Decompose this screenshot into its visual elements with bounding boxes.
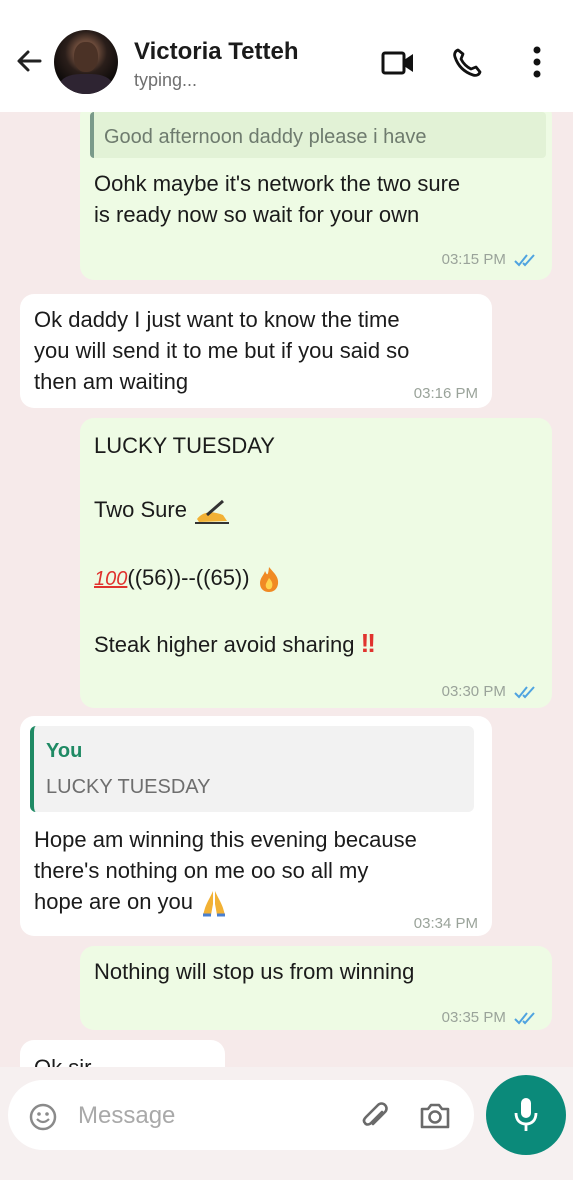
back-arrow-icon[interactable] (12, 44, 46, 78)
message-line: 100((56))--((65)) (94, 562, 282, 595)
microphone-icon (514, 1098, 538, 1131)
message-time: 03:34 PM (413, 915, 478, 932)
quoted-text: LUCKY TUESDAY (46, 776, 211, 798)
outgoing-message[interactable]: Nothing will stop us from winning 03:35 … (80, 946, 552, 1030)
quoted-author: You (46, 740, 83, 762)
read-ticks-icon (514, 686, 535, 699)
message-time: 03:35 PM (441, 1009, 506, 1026)
message-meta: 03:35 PM (442, 1002, 538, 1033)
quoted-message[interactable]: You LUCKY TUESDAY (30, 726, 474, 812)
chat-area[interactable]: Good afternoon daddy please i have Oohk … (0, 112, 573, 1067)
message-meta: 03:30 PM (442, 676, 538, 707)
incoming-message[interactable]: Ok daddy I just want to know the time yo… (20, 294, 492, 408)
contact-avatar[interactable] (54, 30, 118, 94)
incoming-message[interactable]: You LUCKY TUESDAY Hope am winning this e… (20, 716, 492, 936)
message-time: 03:16 PM (413, 385, 478, 402)
message-time: 03:15 PM (441, 251, 506, 268)
message-text: Nothing will stop us from winning (94, 959, 415, 984)
message-placeholder: Message (78, 1102, 176, 1129)
message-meta: 03:15 PM (442, 244, 538, 275)
message-text: Ok daddy I just want to know the time yo… (34, 307, 410, 394)
message-input[interactable]: Message (8, 1080, 474, 1150)
contact-name[interactable]: Victoria Tetteh (134, 38, 298, 66)
outgoing-message[interactable]: LUCKY TUESDAY Two Sure 100((56))--((65))… (80, 418, 552, 708)
message-time: 03:30 PM (441, 683, 506, 700)
message-title: LUCKY TUESDAY (94, 433, 275, 458)
chat-header: Victoria Tetteh typing... (0, 0, 573, 112)
emoji-icon[interactable] (28, 1102, 58, 1132)
double-exclamation-emoji-icon: !! (360, 628, 376, 658)
contact-status: typing... (134, 70, 198, 90)
attach-icon[interactable] (358, 1100, 392, 1134)
message-line: Steak higher avoid sharing !! (94, 628, 376, 658)
message-text: Oohk maybe it's network the two sure is … (94, 171, 461, 227)
message-text: Hope am winning this evening because the… (34, 824, 417, 918)
quoted-text: Good afternoon daddy please i have (104, 126, 427, 148)
video-call-icon[interactable] (380, 48, 416, 78)
voice-call-icon[interactable] (450, 46, 484, 80)
writing-hand-emoji-icon (195, 500, 230, 525)
outgoing-message[interactable]: Good afternoon daddy please i have Oohk … (80, 112, 552, 280)
read-ticks-icon (514, 254, 535, 267)
message-text: Ok sir (34, 1052, 91, 1067)
hundred-emoji-icon: 100 (94, 568, 128, 590)
mic-button[interactable] (486, 1075, 566, 1155)
camera-icon[interactable] (418, 1100, 452, 1132)
incoming-message[interactable]: Ok sir (20, 1040, 225, 1067)
praying-hands-emoji-icon (203, 891, 226, 917)
fire-emoji-icon (259, 567, 278, 593)
composer-bar: Message (0, 1067, 573, 1180)
quoted-message[interactable]: Good afternoon daddy please i have (90, 112, 546, 158)
message-line: Two Sure (94, 494, 231, 525)
read-ticks-icon (514, 1012, 535, 1025)
more-options-icon[interactable] (530, 44, 544, 80)
